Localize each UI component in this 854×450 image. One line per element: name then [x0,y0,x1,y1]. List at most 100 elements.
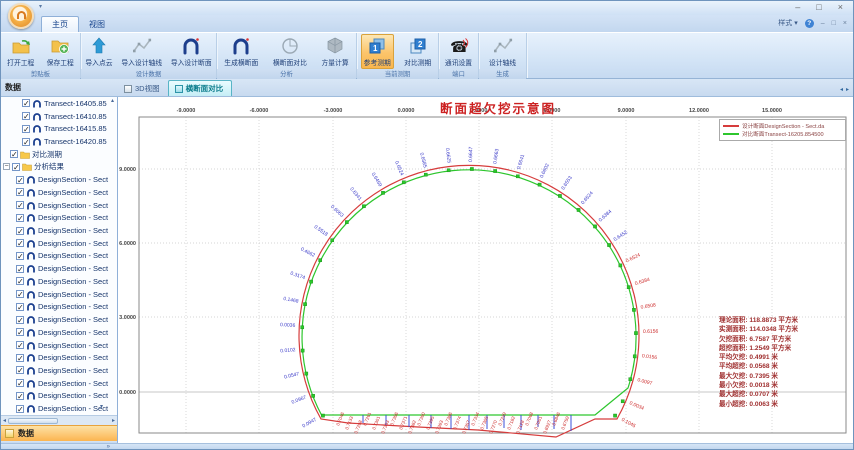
design-axis-button[interactable]: 设计轴线 [486,34,519,69]
checkbox-icon[interactable]: ✓ [22,138,30,146]
cross-section-compare-button[interactable]: 横断面对比 [270,34,310,69]
minimize-button[interactable]: – [795,2,800,13]
checkbox-icon[interactable]: ✓ [16,354,24,362]
tree-item[interactable]: ✓DesignSection - Sect [1,186,117,199]
tree-item[interactable]: ✓DesignSection - Sect [1,288,117,301]
checkbox-icon[interactable]: ✓ [16,328,24,336]
tree-item[interactable]: ✓DesignSection - Sect [1,364,117,377]
folder-icon [22,162,32,171]
checkbox-icon[interactable]: ✓ [16,316,24,324]
tree-item[interactable]: ✓DesignSection - Sect [1,262,117,275]
tree-item[interactable]: ✓ DesignSection - Sect [1,224,117,237]
svg-text:3.0000: 3.0000 [119,315,136,321]
tree-item[interactable]: ✓DesignSection - Sect [1,313,117,326]
ribbon-minimize-icon[interactable]: – [821,20,825,27]
tree-item[interactable]: ✓DesignSection - Sect [1,199,117,212]
tree-item[interactable]: ✓Transect-16410.85 [1,110,117,123]
tree-scroll-up-icon[interactable]: ▴ [111,97,114,104]
checkbox-icon[interactable]: ✓ [16,265,24,273]
ribbon-group: 打开工程保存工程剪贴板 [1,33,81,78]
tree-item-label: Transect-16420.85 [44,137,107,146]
tree-item[interactable]: ✓DesignSection - Sect [1,275,117,288]
checkbox-icon[interactable]: ✓ [16,188,24,196]
checkbox-icon[interactable]: ✓ [16,214,24,222]
layers-1-icon: 1 [367,36,387,56]
checkbox-icon[interactable]: ✓ [22,125,30,133]
section-icon [26,213,36,222]
tree-item[interactable]: ✓DesignSection - Sect [1,301,117,314]
svg-text:0.7334: 0.7334 [470,411,480,426]
tree-item[interactable]: ✓DesignSection - Sect [1,377,117,390]
checkbox-icon[interactable]: ✓ [16,252,24,260]
data-panel-tab-label: 数据 [18,428,34,439]
ribbon-button-label: 生成横断面 [224,57,258,67]
ribbon-restore-icon[interactable]: □ [832,20,836,27]
tab-3d-view[interactable]: 3D视图 [118,81,168,96]
import-design-section-button[interactable]: 导入设计断面 [168,34,215,69]
style-menu[interactable]: 样式 ▾ [778,18,797,28]
import-point-cloud-button[interactable]: 导入点云 [82,34,115,69]
tree-item[interactable]: ✓DesignSection - Sect [1,326,117,339]
scrollbar-right-icon[interactable]: ▸ [112,417,115,424]
tree-item[interactable]: ✓DesignSection - Sect [1,250,117,263]
checkbox-icon[interactable]: ✓ [16,290,24,298]
tree-collapse-icon[interactable]: − [3,163,10,170]
scrollbar-left-icon[interactable]: ◂ [3,417,6,424]
checkbox-icon[interactable]: ✓ [16,239,24,247]
scrollbar-thumb[interactable] [8,418,58,424]
tree-item[interactable]: ✓DesignSection - Sect [1,339,117,352]
close-button[interactable]: × [838,2,843,13]
volume-calculation-button[interactable]: 方量计算 [318,34,351,69]
tree-item-label: DesignSection - Sect [38,226,108,235]
tab-cross-section-compare[interactable]: 横断面对比 [168,80,233,96]
data-panel-tab[interactable]: 数据 [1,425,117,441]
generate-cross-section-button[interactable]: 生成横断面 [221,34,261,69]
tree-horizontal-scrollbar[interactable]: ◂ ▸ [1,415,117,425]
checkbox-icon[interactable]: ✓ [16,341,24,349]
import-design-axis-button[interactable]: 导入设计轴线 [118,34,165,69]
tab-scroll-right-icon[interactable]: ▸ [846,86,849,93]
checkbox-icon[interactable]: ✓ [22,99,30,107]
communication-settings-button[interactable]: ☎通讯设置 [442,34,475,69]
tree-item[interactable]: ✓对比测期 [1,148,117,161]
checkbox-icon[interactable]: ✓ [16,303,24,311]
help-icon[interactable]: ? [805,19,814,28]
ribbon-close-icon[interactable]: × [843,20,847,27]
checkbox-icon[interactable]: ✓ [16,277,24,285]
maximize-button[interactable]: □ [816,2,821,13]
tree-item[interactable]: −✓分析结果 [1,161,117,174]
checkbox-icon[interactable]: ✓ [16,405,24,413]
tree-scroll-down-icon[interactable]: ▾ [100,403,103,410]
checkbox-icon[interactable]: ✓ [16,392,24,400]
app-logo-icon[interactable] [8,3,34,29]
section-icon [26,188,36,197]
section-icon [26,302,36,311]
checkbox-icon[interactable]: ✓ [16,176,24,184]
svg-text:0.6384: 0.6384 [634,277,651,287]
reference-epoch-button[interactable]: 1参考测期 [361,34,394,69]
checkbox-icon[interactable]: ✓ [10,150,18,158]
checkbox-icon[interactable]: ✓ [16,366,24,374]
tree-item[interactable]: ✓ DesignSection - Sect [1,173,117,186]
ribbon-tab-home[interactable]: 主页 [41,16,79,32]
tree-item[interactable]: ✓Transect-16405.85 [1,97,117,110]
checkbox-icon[interactable]: ✓ [12,163,20,171]
panel-chevron-icon[interactable]: » [1,444,118,450]
tree-item[interactable]: ✓DesignSection - Sect [1,237,117,250]
checkbox-icon[interactable]: ✓ [16,379,24,387]
checkbox-icon[interactable]: ✓ [22,112,30,120]
tab-scroll-left-icon[interactable]: ◂ [840,86,843,93]
tree-item-label: DesignSection - Sect [38,175,108,184]
tree-item[interactable]: ✓Transect-16415.85 [1,122,117,135]
tree-item[interactable]: ✓DesignSection - Sect [1,211,117,224]
tree-item[interactable]: ✓ Transect-16420.85 [1,135,117,148]
checkbox-icon[interactable]: ✓ [16,227,24,235]
open-project-button[interactable]: 打开工程 [4,34,37,69]
tree-item[interactable]: ✓DesignSection - Sect [1,351,117,364]
quick-access-dropdown-icon[interactable]: ▾ [39,3,42,10]
tree-item[interactable]: ✓DesignSection - Sect [1,390,117,403]
compare-epoch-button[interactable]: 2对比测期 [401,34,434,69]
ribbon-tab-view[interactable]: 视图 [79,17,115,32]
save-project-button[interactable]: 保存工程 [44,34,77,69]
checkbox-icon[interactable]: ✓ [16,201,24,209]
